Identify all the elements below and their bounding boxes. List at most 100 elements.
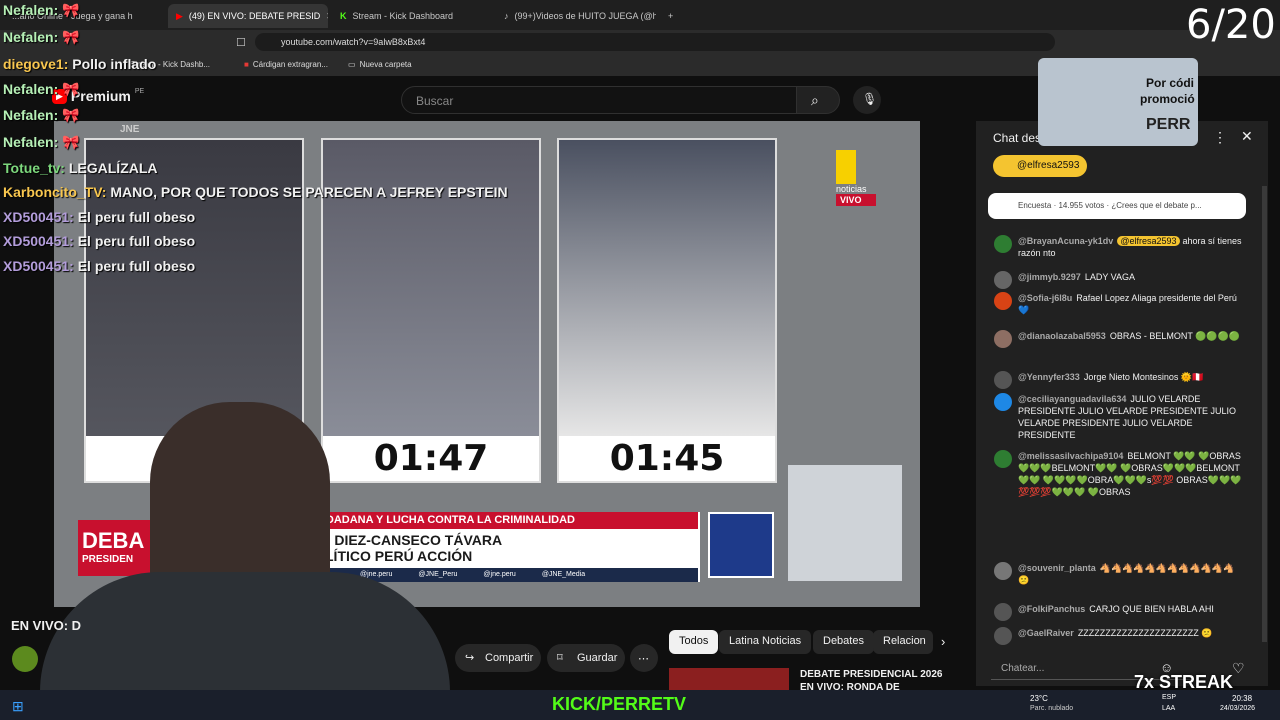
mention-badge: @elfresa2593 [1117,236,1180,246]
party-logo [708,512,774,578]
mic-button[interactable]: 🎙 [853,86,881,114]
chip-latina[interactable]: Latina Noticias [719,630,812,654]
chat-author[interactable]: @jimmyb.9297 [1018,272,1081,282]
overlay-user: Karboncito_TV: [3,184,107,200]
overlay-user: Nefalen: [3,2,59,18]
overlay-text: El peru full obeso [77,258,196,274]
close-icon[interactable]: ✕ [1241,128,1253,145]
candidate-panel-3: 01:45 [557,138,777,483]
chip-debates[interactable]: Debates [813,630,874,654]
chat-message: @ceciliayanguadavila634 JULIO VELARDE PRE… [994,393,1244,441]
share-button[interactable]: ↪ Compartir [455,644,541,672]
promo-brand: PERR [1146,116,1191,133]
overlay-chat-line: Karboncito_TV: MANO, POR QUE TODOS SE PA… [3,184,508,200]
chat-author[interactable]: @BrayanAcuna-yk1dv [1018,236,1113,246]
overlay-user: Nefalen: [3,81,59,97]
promo-overlay: Por códi promoció PERR [1038,58,1198,146]
overlay-text: Pollo inflado [72,56,157,72]
close-icon[interactable]: ✕ [326,11,328,22]
social-handle: @JNE_Media [541,571,586,578]
clock-date[interactable]: 24/03/2026 [1220,705,1255,712]
windows-start-icon[interactable]: ⊞ [12,698,24,715]
chip-relacionados[interactable]: Relacion [873,630,933,654]
chat-message: @jimmyb.9297 LADY VAGA [994,271,1244,289]
heart-icon[interactable]: ♡ [1232,660,1245,677]
sign-language-interpreter [788,465,902,581]
overlay-user: XD500451: [3,258,74,274]
chat-author[interactable]: @Yennyfer333 [1018,372,1080,382]
overlay-chat-line: Totue_tv: LEGALÍZALA [3,160,158,176]
avatar [994,271,1012,289]
channel-avatar[interactable] [12,646,38,672]
chat-author[interactable]: @melissasilvachipa9104 [1018,451,1123,461]
mic-icon: 🎙 [862,92,878,106]
overlay-chat-line: Nefalen: 🎀 [3,29,80,45]
chat-text: Jorge Nieto Montesinos 🌞🇵🇪 [1083,372,1204,382]
tab-tiktok[interactable]: ♪ (99+)Videos de HUITO JUEGA (@hij [496,4,656,28]
recommended-thumbnail[interactable] [669,668,789,690]
overlay-user: diegove1: [3,56,69,72]
search-input[interactable]: Buscar [401,86,797,114]
tab-kick[interactable]: K Stream - Kick Dashboard [332,4,492,28]
save-button[interactable]: ⌑ Guardar [547,644,625,672]
chat-message: @BrayanAcuna-yk1dv @elfresa2593 ahora sí t… [994,235,1244,259]
overlay-chat-line: XD500451: El peru full obeso [3,258,195,274]
chat-message: @Sofia-j6l8u Rafael Lopez Aliaga presiden… [994,292,1244,316]
overlay-text: MANO, POR QUE TODOS SE PARECEN A JEFREY … [110,184,508,200]
bookmark-icon: ⌑ [557,652,563,664]
clock-time[interactable]: 20:38 [1232,694,1252,703]
poll-banner[interactable]: Encuesta · 14.955 votos · ¿Crees que el … [988,193,1246,219]
share-icon: ↪ [465,652,475,664]
overlay-text: El peru full obeso [77,209,196,225]
folder-icon: ■ [244,60,249,69]
chat-author[interactable]: @ceciliayanguadavila634 [1018,394,1126,404]
bookmark-star-icon[interactable]: ☐ [236,36,246,49]
folder-icon: ▭ [348,60,356,69]
overlay-chat-line: Nefalen: 🎀 [3,81,80,97]
avatar [994,603,1012,621]
new-tab-button[interactable]: + [660,4,680,28]
url-field[interactable]: youtube.com/watch?v=9alwB8xBxt4 [255,33,1055,51]
chevron-right-icon[interactable]: › [941,634,945,649]
chat-author[interactable]: @GaelRaiver [1018,628,1074,638]
avatar [994,393,1012,411]
tab-label: (49) EN VIVO: DEBATE PRESID [188,11,321,21]
jne-watermark: JNE [120,124,140,135]
channel-label: noticias [836,184,867,194]
bookmark-item[interactable]: ▭ Nueva carpeta [348,60,412,69]
region[interactable]: LAA [1162,705,1175,712]
kick-icon: K [340,11,347,21]
chat-author[interactable]: @souvenir_planta [1018,563,1096,573]
promo-text: Por códi [1146,76,1195,90]
chat-message: @melissasilvachipa9104 BELMONT 💚💚 💚OBRAS💚… [994,450,1244,498]
search-icon: ⌕ [811,92,819,108]
overlay-chat-line: diegove1: Pollo inflado [3,56,156,72]
tab-youtube[interactable]: ▶ (49) EN VIVO: DEBATE PRESID ✕ [168,4,328,28]
weather-temp: 23°C [1030,694,1048,703]
chat-message: @FolkiPanchus CARJO QUE BIEN HABLA AHI [994,603,1244,621]
chat-author[interactable]: @FolkiPanchus [1018,604,1085,614]
channel-logo: noticias VIVO [836,150,876,214]
chat-author[interactable]: @Sofia-j6l8u [1018,293,1072,303]
streamer-webcam [40,402,460,712]
more-vert-icon[interactable]: ⋮ [1213,129,1227,146]
more-button[interactable]: ⋯ [630,644,658,672]
promo-text: promoció [1140,92,1195,106]
pinned-user-badge[interactable]: @elfresa2593 [993,155,1088,177]
weather-desc: Parc. nublado [1030,705,1074,712]
chat-scrollbar[interactable] [1262,186,1267,642]
social-handle: @jne.peru [483,571,516,578]
tiktok-icon: ♪ [504,11,509,21]
candidate-timer: 01:45 [609,438,725,479]
chip-todos[interactable]: Todos [669,630,719,654]
bookmark-item[interactable]: ■ Cárdigan extragran... [244,60,328,69]
chat-author[interactable]: @dianaolazabal5953 [1018,331,1106,341]
video-title: EN VIVO: D [11,618,82,633]
chat-text: OBRAS - BELMONT 🟢🟢🟢🟢 [1109,331,1241,341]
chat-text: LADY VAGA [1084,272,1136,282]
language[interactable]: ESP [1162,694,1176,701]
avatar [994,562,1012,580]
search-button[interactable]: ⌕ [796,86,840,114]
kick-brand: KICK/PERRETV [552,694,687,714]
region-label: PE [134,87,145,95]
